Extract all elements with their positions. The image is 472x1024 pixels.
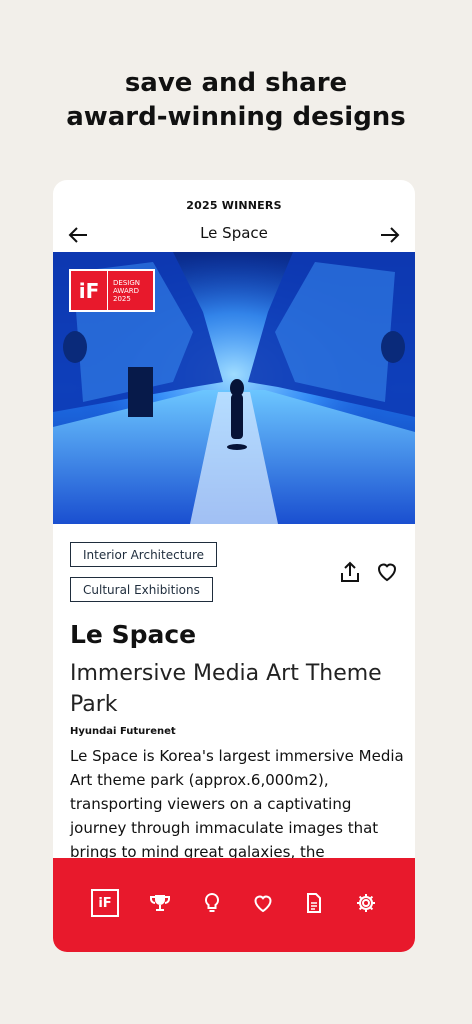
document-icon — [307, 893, 321, 913]
heart-icon — [377, 563, 397, 582]
trophy-icon — [150, 895, 170, 911]
headline-line-1: save and share — [124, 68, 348, 98]
card-nav: Le Space — [53, 222, 415, 248]
heart-icon — [254, 895, 272, 913]
settings-gear-icon — [357, 894, 375, 912]
bottom-tab-bar: iF — [53, 858, 415, 952]
entry-title: Le Space — [70, 620, 197, 649]
if-logo-icon: iF — [98, 895, 112, 911]
forward-button[interactable] — [377, 222, 403, 248]
badge-text: DESIGN AWARD 2025 — [108, 279, 153, 303]
tag-interior-architecture[interactable]: Interior Architecture — [70, 542, 218, 567]
tab-if-home[interactable]: iF — [91, 889, 119, 917]
tab-favorites[interactable] — [251, 891, 275, 915]
badge-line-3: 2025 — [113, 294, 131, 303]
entry-description: Le Space is Korea's largest immersive Me… — [70, 747, 404, 861]
share-icon — [341, 561, 359, 582]
arrow-right-icon — [381, 227, 400, 243]
badge-line-1: DESIGN — [113, 278, 140, 287]
share-button[interactable] — [338, 560, 362, 584]
section-eyebrow: 2025 WINNERS — [186, 199, 282, 212]
tab-ideas[interactable] — [200, 891, 224, 915]
tab-awards[interactable] — [148, 891, 172, 915]
favorite-button[interactable] — [375, 559, 399, 583]
tab-settings[interactable] — [354, 891, 378, 915]
design-award-badge: iF DESIGN AWARD 2025 — [69, 269, 155, 312]
hero-image[interactable]: iF DESIGN AWARD 2025 — [53, 252, 415, 524]
entry-nav-title: Le Space — [200, 224, 268, 242]
tab-documents[interactable] — [302, 891, 326, 915]
badge-line-2: AWARD — [113, 286, 139, 295]
headline: save and share award-winning designs — [0, 66, 472, 134]
lightbulb-icon — [204, 892, 220, 912]
company-name: Hyundai Futurenet — [70, 726, 176, 737]
winner-card: 2025 WINNERS Le Space iF DESIGN AWARD 20… — [53, 180, 415, 952]
tag-cultural-exhibitions[interactable]: Cultural Exhibitions — [70, 577, 213, 602]
entry-subtitle: Immersive Media Art Theme Park — [70, 661, 382, 717]
if-logo-text: iF — [78, 278, 100, 303]
headline-line-2: award-winning designs — [66, 102, 406, 132]
if-logo: iF — [71, 271, 108, 310]
